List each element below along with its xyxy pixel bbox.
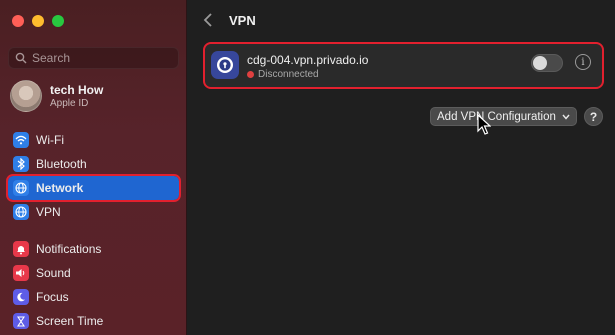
- add-vpn-configuration-button[interactable]: Add VPN Configuration: [430, 107, 577, 126]
- sidebar-item-notifications[interactable]: Notifications: [8, 237, 179, 261]
- sidebar-item-label: Notifications: [36, 242, 102, 256]
- info-icon[interactable]: i: [575, 54, 591, 70]
- vpn-connection-row[interactable]: cdg-004.vpn.privado.io Disconnected i: [203, 42, 604, 89]
- mouse-pointer-icon: [477, 114, 491, 135]
- help-button[interactable]: ?: [584, 107, 603, 126]
- vpn-toggle-switch[interactable]: [531, 54, 563, 72]
- back-chevron-icon[interactable]: [203, 12, 217, 30]
- search-icon: [15, 52, 27, 64]
- sidebar-item-wifi[interactable]: Wi-Fi: [8, 128, 179, 152]
- sidebar-group-notifications: Notifications Sound Focus Screen Time: [8, 237, 179, 333]
- profile-name: tech How: [50, 83, 104, 97]
- hourglass-icon: [13, 313, 29, 329]
- sidebar-item-label: Wi-Fi: [36, 133, 64, 147]
- sidebar-item-bluetooth[interactable]: Bluetooth: [8, 152, 179, 176]
- sidebar-item-vpn[interactable]: VPN: [8, 200, 179, 224]
- vpn-status-text: Disconnected: [258, 69, 319, 80]
- sidebar-item-label: Screen Time: [36, 314, 104, 328]
- sidebar-group-connectivity: Wi-Fi Bluetooth Network VPN: [6, 128, 181, 224]
- profile-subtitle: Apple ID: [50, 98, 89, 109]
- speaker-icon: [13, 265, 29, 281]
- avatar: [10, 80, 42, 112]
- sidebar-item-network[interactable]: Network: [6, 174, 181, 202]
- sidebar-item-screen-time[interactable]: Screen Time: [8, 309, 179, 333]
- minimize-window-button[interactable]: [32, 15, 44, 27]
- vpn-name: cdg-004.vpn.privado.io: [247, 53, 369, 67]
- main-pane: VPN cdg-004.vpn.privado.io Disconnected …: [187, 0, 615, 335]
- search-field[interactable]: [8, 47, 179, 69]
- bell-icon: [13, 241, 29, 257]
- vpn-status: Disconnected: [247, 69, 319, 80]
- sidebar-item-label: VPN: [36, 205, 61, 219]
- zoom-window-button[interactable]: [52, 15, 64, 27]
- privado-vpn-app-icon: [211, 51, 239, 79]
- bluetooth-icon: [13, 156, 29, 172]
- sidebar-item-focus[interactable]: Focus: [8, 285, 179, 309]
- wifi-icon: [13, 132, 29, 148]
- window-controls: [12, 15, 64, 27]
- sidebar-item-label: Sound: [36, 266, 71, 280]
- apple-id-profile[interactable]: tech How Apple ID: [10, 80, 103, 112]
- status-dot-icon: [247, 71, 254, 78]
- chevron-down-icon: [562, 114, 570, 120]
- add-vpn-label: Add VPN Configuration: [437, 110, 556, 123]
- page-title: VPN: [229, 13, 256, 28]
- vpn-globe-icon: [13, 204, 29, 220]
- system-settings-window: tech How Apple ID Wi-Fi Bluetooth: [0, 0, 615, 335]
- sidebar-item-label: Network: [36, 181, 84, 195]
- globe-icon: [13, 180, 29, 196]
- search-input[interactable]: [32, 51, 172, 65]
- sidebar-item-sound[interactable]: Sound: [8, 261, 179, 285]
- moon-icon: [13, 289, 29, 305]
- close-window-button[interactable]: [12, 15, 24, 27]
- sidebar-item-label: Focus: [36, 290, 69, 304]
- toggle-knob: [533, 56, 547, 70]
- sidebar: tech How Apple ID Wi-Fi Bluetooth: [0, 0, 187, 335]
- sidebar-item-label: Bluetooth: [36, 157, 87, 171]
